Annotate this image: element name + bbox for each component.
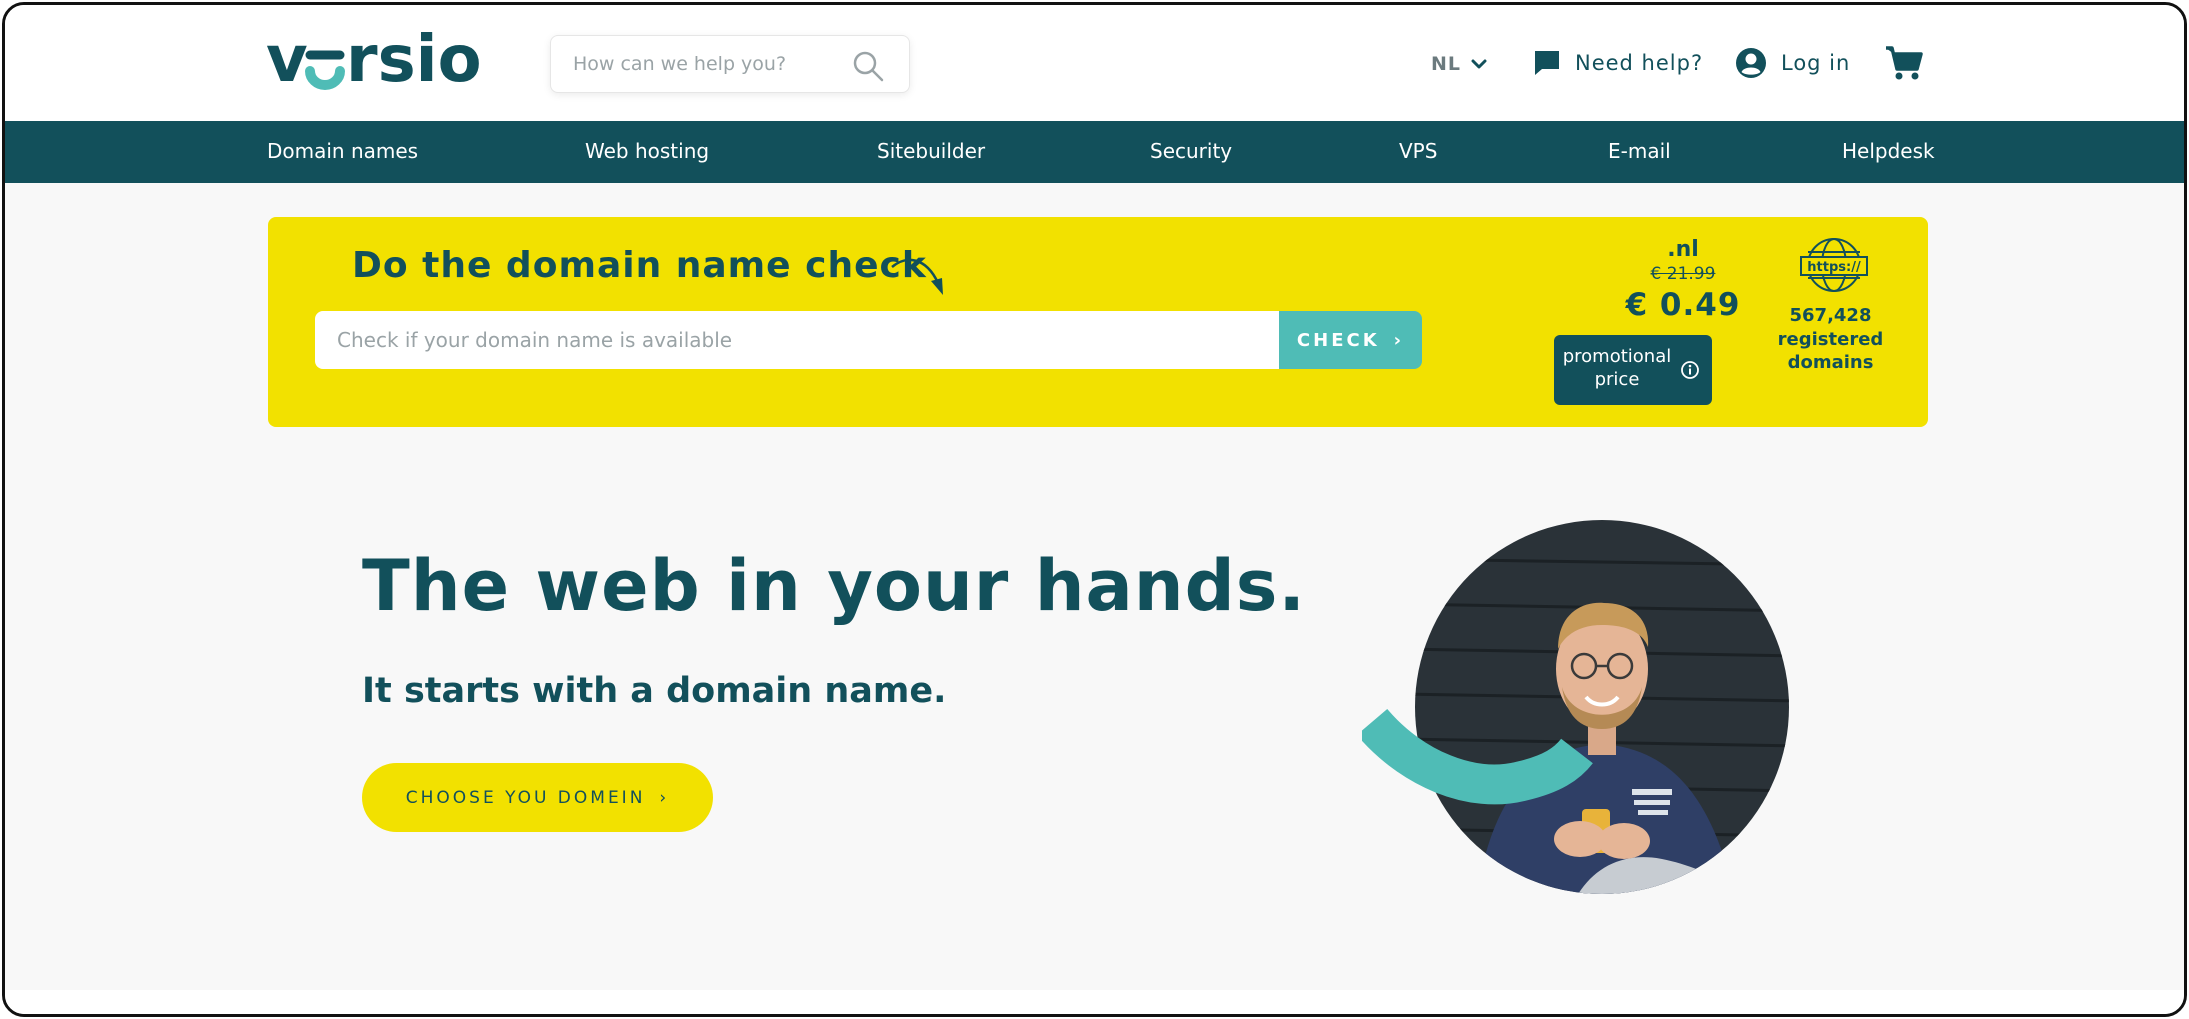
user-icon <box>1736 48 1766 78</box>
tld-label: .nl <box>1667 237 1699 262</box>
main-nav: Domain names Web hosting Sitebuilder Sec… <box>5 121 2184 183</box>
chevron-right-icon: › <box>1393 329 1405 351</box>
promotional-price-label: promotional price <box>1562 346 1672 390</box>
bottom-strip <box>5 990 2184 1014</box>
login-link[interactable]: Log in <box>1735 47 1850 79</box>
choose-domain-label: CHOOSE YOU DOMEIN <box>405 787 646 808</box>
hero-portrait-image <box>1362 520 1789 894</box>
login-label: Log in <box>1781 51 1851 75</box>
main-content: Do the domain name check CHECK › .nl € 2… <box>5 183 2184 990</box>
curved-arrow-icon <box>891 258 943 295</box>
search-icon[interactable] <box>851 49 885 83</box>
svg-text:rsio: rsio <box>346 27 482 97</box>
hero-title: The web in your hands. <box>362 545 1306 627</box>
nav-item-email[interactable]: E-mail <box>1608 139 1671 163</box>
need-help-label: Need help? <box>1575 51 1704 75</box>
old-price: € 21.99 <box>1650 264 1716 284</box>
domain-search-input[interactable] <box>315 311 1323 369</box>
domain-check-banner: Do the domain name check CHECK › .nl € 2… <box>268 217 1928 427</box>
svg-text:v: v <box>266 27 309 97</box>
check-button-label: CHECK <box>1296 329 1380 351</box>
search-input[interactable] <box>573 36 853 92</box>
browser-frame: v rsio NL Need help? <box>2 2 2187 1017</box>
need-help-link[interactable]: Need help? <box>1533 49 1703 77</box>
chevron-right-icon: › <box>659 787 670 808</box>
versio-logo[interactable]: v rsio <box>266 27 506 97</box>
nav-item-security[interactable]: Security <box>1150 139 1232 163</box>
globe-https-text: https:// <box>1807 260 1861 275</box>
search-box <box>550 35 910 93</box>
info-icon[interactable] <box>1680 360 1700 380</box>
globe-https-icon: https:// <box>1800 238 1868 292</box>
nav-item-web-hosting[interactable]: Web hosting <box>585 139 709 163</box>
domain-check-title: Do the domain name check <box>352 245 927 286</box>
nav-item-domain-names[interactable]: Domain names <box>267 139 418 163</box>
nav-item-vps[interactable]: VPS <box>1399 139 1437 163</box>
chat-bubble-icon <box>1535 51 1559 75</box>
chevron-down-icon <box>1471 59 1487 69</box>
language-label: NL <box>1431 53 1462 75</box>
choose-domain-button[interactable]: CHOOSE YOU DOMEIN › <box>362 763 713 832</box>
promotional-price-badge[interactable]: promotional price <box>1554 335 1712 405</box>
registered-label: registered domains <box>1777 329 1884 373</box>
cart-icon[interactable] <box>1885 45 1923 81</box>
check-button[interactable]: CHECK › <box>1279 311 1422 369</box>
language-selector[interactable]: NL <box>1431 49 1487 79</box>
registered-count: 567,428 <box>1789 305 1872 326</box>
promo-price: € 0.49 <box>1625 287 1741 323</box>
nav-item-sitebuilder[interactable]: Sitebuilder <box>877 139 985 163</box>
nav-item-helpdesk[interactable]: Helpdesk <box>1842 139 1935 163</box>
hero-subtitle: It starts with a domain name. <box>362 671 947 711</box>
site-header: v rsio NL Need help? <box>5 5 2184 121</box>
